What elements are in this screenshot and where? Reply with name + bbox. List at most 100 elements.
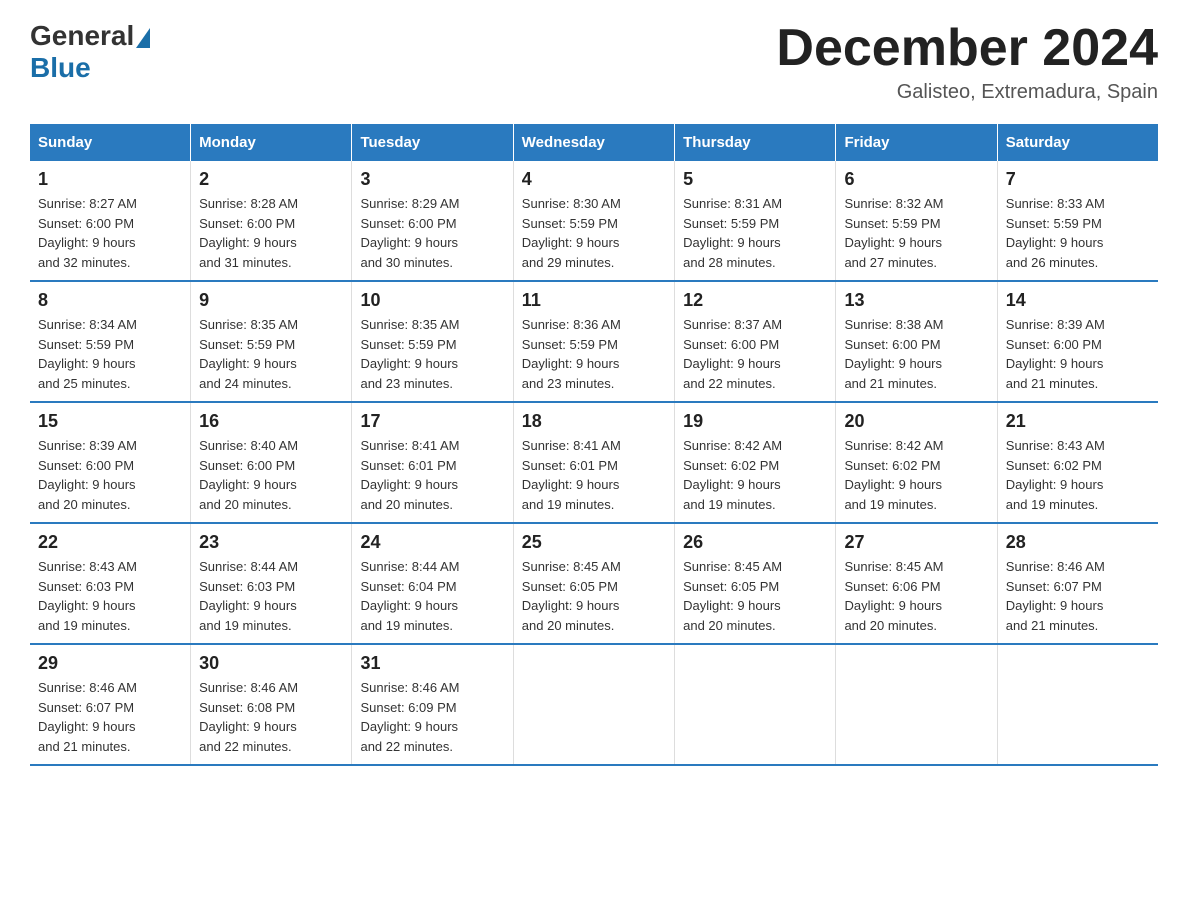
- day-number: 8: [38, 290, 182, 311]
- day-number: 10: [360, 290, 504, 311]
- day-info: Sunrise: 8:39 AM Sunset: 6:00 PM Dayligh…: [1006, 315, 1150, 393]
- calendar-cell: 1 Sunrise: 8:27 AM Sunset: 6:00 PM Dayli…: [30, 161, 191, 281]
- header-saturday: Saturday: [997, 124, 1158, 161]
- calendar-cell: 16 Sunrise: 8:40 AM Sunset: 6:00 PM Dayl…: [191, 402, 352, 523]
- day-info: Sunrise: 8:43 AM Sunset: 6:03 PM Dayligh…: [38, 557, 182, 635]
- calendar-cell: 6 Sunrise: 8:32 AM Sunset: 5:59 PM Dayli…: [836, 161, 997, 281]
- day-info: Sunrise: 8:45 AM Sunset: 6:06 PM Dayligh…: [844, 557, 988, 635]
- header-sunday: Sunday: [30, 124, 191, 161]
- day-number: 9: [199, 290, 343, 311]
- day-number: 20: [844, 411, 988, 432]
- day-info: Sunrise: 8:28 AM Sunset: 6:00 PM Dayligh…: [199, 194, 343, 272]
- header-wednesday: Wednesday: [513, 124, 674, 161]
- day-info: Sunrise: 8:39 AM Sunset: 6:00 PM Dayligh…: [38, 436, 182, 514]
- day-number: 14: [1006, 290, 1150, 311]
- calendar-week-row: 15 Sunrise: 8:39 AM Sunset: 6:00 PM Dayl…: [30, 402, 1158, 523]
- day-info: Sunrise: 8:46 AM Sunset: 6:07 PM Dayligh…: [38, 678, 182, 756]
- day-info: Sunrise: 8:36 AM Sunset: 5:59 PM Dayligh…: [522, 315, 666, 393]
- day-info: Sunrise: 8:34 AM Sunset: 5:59 PM Dayligh…: [38, 315, 182, 393]
- calendar-cell: 22 Sunrise: 8:43 AM Sunset: 6:03 PM Dayl…: [30, 523, 191, 644]
- day-number: 22: [38, 532, 182, 553]
- calendar-cell: 19 Sunrise: 8:42 AM Sunset: 6:02 PM Dayl…: [675, 402, 836, 523]
- day-number: 17: [360, 411, 504, 432]
- calendar-cell: 4 Sunrise: 8:30 AM Sunset: 5:59 PM Dayli…: [513, 161, 674, 281]
- calendar-cell: 25 Sunrise: 8:45 AM Sunset: 6:05 PM Dayl…: [513, 523, 674, 644]
- day-number: 7: [1006, 169, 1150, 190]
- day-number: 12: [683, 290, 827, 311]
- calendar-cell: 5 Sunrise: 8:31 AM Sunset: 5:59 PM Dayli…: [675, 161, 836, 281]
- day-number: 4: [522, 169, 666, 190]
- page-header: General Blue December 2024 Galisteo, Ext…: [30, 20, 1158, 104]
- day-number: 11: [522, 290, 666, 311]
- day-info: Sunrise: 8:44 AM Sunset: 6:03 PM Dayligh…: [199, 557, 343, 635]
- logo-blue-text: Blue: [30, 52, 91, 84]
- calendar-cell: [513, 644, 674, 765]
- calendar-cell: 24 Sunrise: 8:44 AM Sunset: 6:04 PM Dayl…: [352, 523, 513, 644]
- day-number: 30: [199, 653, 343, 674]
- logo-general-text: General: [30, 20, 134, 52]
- header-thursday: Thursday: [675, 124, 836, 161]
- day-number: 21: [1006, 411, 1150, 432]
- calendar-cell: 15 Sunrise: 8:39 AM Sunset: 6:00 PM Dayl…: [30, 402, 191, 523]
- header-friday: Friday: [836, 124, 997, 161]
- day-number: 31: [360, 653, 504, 674]
- calendar-header-row: SundayMondayTuesdayWednesdayThursdayFrid…: [30, 124, 1158, 161]
- calendar-cell: 23 Sunrise: 8:44 AM Sunset: 6:03 PM Dayl…: [191, 523, 352, 644]
- day-info: Sunrise: 8:27 AM Sunset: 6:00 PM Dayligh…: [38, 194, 182, 272]
- logo: General Blue: [30, 20, 150, 84]
- calendar-cell: 11 Sunrise: 8:36 AM Sunset: 5:59 PM Dayl…: [513, 281, 674, 402]
- calendar-cell: 21 Sunrise: 8:43 AM Sunset: 6:02 PM Dayl…: [997, 402, 1158, 523]
- calendar-table: SundayMondayTuesdayWednesdayThursdayFrid…: [30, 124, 1158, 766]
- calendar-cell: 14 Sunrise: 8:39 AM Sunset: 6:00 PM Dayl…: [997, 281, 1158, 402]
- day-number: 27: [844, 532, 988, 553]
- day-number: 6: [844, 169, 988, 190]
- title-section: December 2024 Galisteo, Extremadura, Spa…: [776, 20, 1158, 104]
- calendar-cell: 3 Sunrise: 8:29 AM Sunset: 6:00 PM Dayli…: [352, 161, 513, 281]
- day-info: Sunrise: 8:31 AM Sunset: 5:59 PM Dayligh…: [683, 194, 827, 272]
- day-number: 1: [38, 169, 182, 190]
- day-info: Sunrise: 8:33 AM Sunset: 5:59 PM Dayligh…: [1006, 194, 1150, 272]
- day-info: Sunrise: 8:30 AM Sunset: 5:59 PM Dayligh…: [522, 194, 666, 272]
- day-info: Sunrise: 8:40 AM Sunset: 6:00 PM Dayligh…: [199, 436, 343, 514]
- day-info: Sunrise: 8:42 AM Sunset: 6:02 PM Dayligh…: [844, 436, 988, 514]
- calendar-week-row: 1 Sunrise: 8:27 AM Sunset: 6:00 PM Dayli…: [30, 161, 1158, 281]
- calendar-cell: 29 Sunrise: 8:46 AM Sunset: 6:07 PM Dayl…: [30, 644, 191, 765]
- day-number: 29: [38, 653, 182, 674]
- header-tuesday: Tuesday: [352, 124, 513, 161]
- day-number: 18: [522, 411, 666, 432]
- calendar-cell: 2 Sunrise: 8:28 AM Sunset: 6:00 PM Dayli…: [191, 161, 352, 281]
- day-number: 26: [683, 532, 827, 553]
- day-info: Sunrise: 8:45 AM Sunset: 6:05 PM Dayligh…: [522, 557, 666, 635]
- day-info: Sunrise: 8:35 AM Sunset: 5:59 PM Dayligh…: [199, 315, 343, 393]
- day-number: 2: [199, 169, 343, 190]
- day-info: Sunrise: 8:44 AM Sunset: 6:04 PM Dayligh…: [360, 557, 504, 635]
- day-info: Sunrise: 8:46 AM Sunset: 6:09 PM Dayligh…: [360, 678, 504, 756]
- calendar-cell: 12 Sunrise: 8:37 AM Sunset: 6:00 PM Dayl…: [675, 281, 836, 402]
- day-number: 24: [360, 532, 504, 553]
- calendar-cell: 30 Sunrise: 8:46 AM Sunset: 6:08 PM Dayl…: [191, 644, 352, 765]
- day-number: 19: [683, 411, 827, 432]
- calendar-cell: [675, 644, 836, 765]
- day-info: Sunrise: 8:38 AM Sunset: 6:00 PM Dayligh…: [844, 315, 988, 393]
- calendar-cell: 10 Sunrise: 8:35 AM Sunset: 5:59 PM Dayl…: [352, 281, 513, 402]
- day-number: 13: [844, 290, 988, 311]
- calendar-cell: 8 Sunrise: 8:34 AM Sunset: 5:59 PM Dayli…: [30, 281, 191, 402]
- day-info: Sunrise: 8:35 AM Sunset: 5:59 PM Dayligh…: [360, 315, 504, 393]
- calendar-cell: 9 Sunrise: 8:35 AM Sunset: 5:59 PM Dayli…: [191, 281, 352, 402]
- day-info: Sunrise: 8:37 AM Sunset: 6:00 PM Dayligh…: [683, 315, 827, 393]
- header-monday: Monday: [191, 124, 352, 161]
- calendar-cell: 28 Sunrise: 8:46 AM Sunset: 6:07 PM Dayl…: [997, 523, 1158, 644]
- calendar-cell: 17 Sunrise: 8:41 AM Sunset: 6:01 PM Dayl…: [352, 402, 513, 523]
- day-number: 23: [199, 532, 343, 553]
- calendar-cell: 18 Sunrise: 8:41 AM Sunset: 6:01 PM Dayl…: [513, 402, 674, 523]
- day-info: Sunrise: 8:41 AM Sunset: 6:01 PM Dayligh…: [360, 436, 504, 514]
- day-info: Sunrise: 8:46 AM Sunset: 6:07 PM Dayligh…: [1006, 557, 1150, 635]
- day-number: 15: [38, 411, 182, 432]
- logo-arrow-icon: [136, 28, 150, 48]
- calendar-week-row: 22 Sunrise: 8:43 AM Sunset: 6:03 PM Dayl…: [30, 523, 1158, 644]
- day-info: Sunrise: 8:45 AM Sunset: 6:05 PM Dayligh…: [683, 557, 827, 635]
- calendar-cell: [836, 644, 997, 765]
- logo-blue-section: [134, 28, 150, 44]
- calendar-cell: 7 Sunrise: 8:33 AM Sunset: 5:59 PM Dayli…: [997, 161, 1158, 281]
- day-info: Sunrise: 8:41 AM Sunset: 6:01 PM Dayligh…: [522, 436, 666, 514]
